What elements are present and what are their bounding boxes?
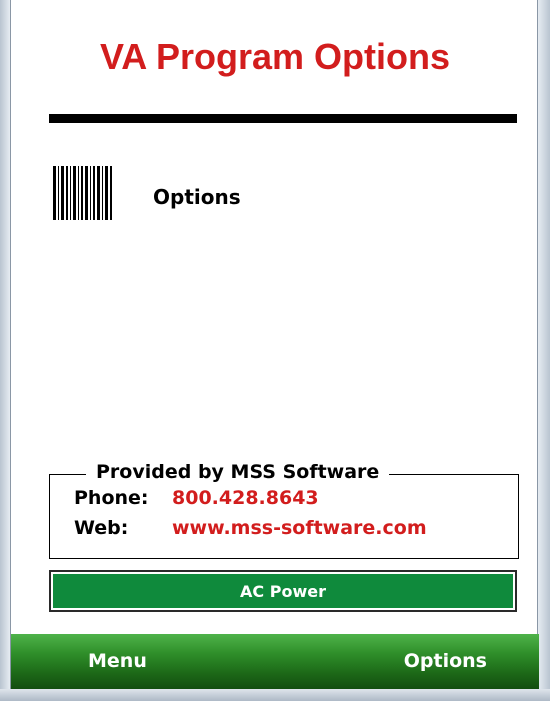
menu-softkey[interactable]: Menu [88, 650, 147, 672]
device-frame: VA Program Options Options Provided by M… [0, 0, 550, 701]
phone-line: Phone: 800.428.8643 [74, 487, 319, 509]
frame-bottom-border [0, 689, 550, 701]
frame-left-border [0, 0, 10, 701]
title-divider [49, 114, 517, 123]
app-screen: VA Program Options Options Provided by M… [10, 0, 539, 689]
options-item[interactable]: Options [51, 166, 351, 222]
web-value: www.mss-software.com [172, 517, 427, 539]
frame-right-border [538, 0, 550, 701]
ac-power-label: AC Power [53, 574, 513, 608]
barcode-icon [53, 166, 115, 220]
web-line: Web: www.mss-software.com [74, 517, 427, 539]
web-label: Web: [74, 517, 129, 539]
options-label: Options [153, 185, 241, 209]
provider-info-box: Provided by MSS Software Phone: 800.428.8… [49, 461, 519, 559]
softkey-bar: Menu Options [11, 634, 539, 689]
ac-power-status: AC Power [49, 570, 517, 612]
options-softkey[interactable]: Options [404, 650, 487, 672]
page-title: VA Program Options [99, 36, 451, 77]
provider-heading: Provided by MSS Software [86, 461, 390, 483]
phone-value: 800.428.8643 [172, 487, 319, 509]
phone-label: Phone: [74, 487, 149, 509]
